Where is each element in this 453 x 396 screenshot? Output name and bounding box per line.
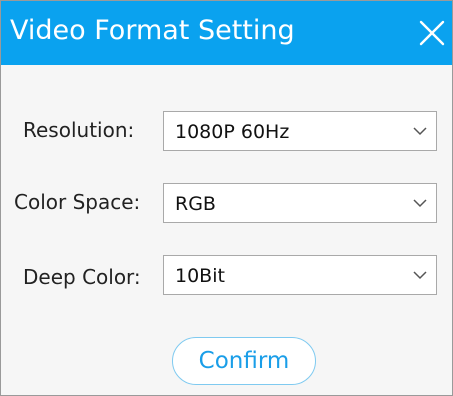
resolution-label: Resolution: [23, 118, 135, 142]
resolution-value: 1080P 60Hz [175, 121, 290, 143]
confirm-button[interactable]: Confirm [172, 337, 316, 385]
color-space-value: RGB [175, 193, 216, 215]
chevron-down-icon [413, 270, 427, 280]
resolution-select[interactable]: 1080P 60Hz [163, 111, 437, 151]
title-bar: Video Format Setting [1, 1, 452, 65]
close-button[interactable] [414, 13, 450, 51]
video-format-dialog: Video Format Setting Resolution: 1080P 6… [0, 0, 453, 396]
chevron-down-icon [413, 198, 427, 208]
deep-color-select[interactable]: 10Bit [163, 255, 437, 295]
confirm-button-label: Confirm [198, 348, 290, 374]
color-space-label: Color Space: [14, 190, 141, 214]
dialog-title: Video Format Setting [10, 15, 295, 46]
deep-color-label: Deep Color: [23, 265, 141, 289]
close-icon [419, 20, 445, 46]
chevron-down-icon [413, 126, 427, 136]
deep-color-value: 10Bit [175, 265, 225, 287]
color-space-select[interactable]: RGB [163, 183, 437, 223]
